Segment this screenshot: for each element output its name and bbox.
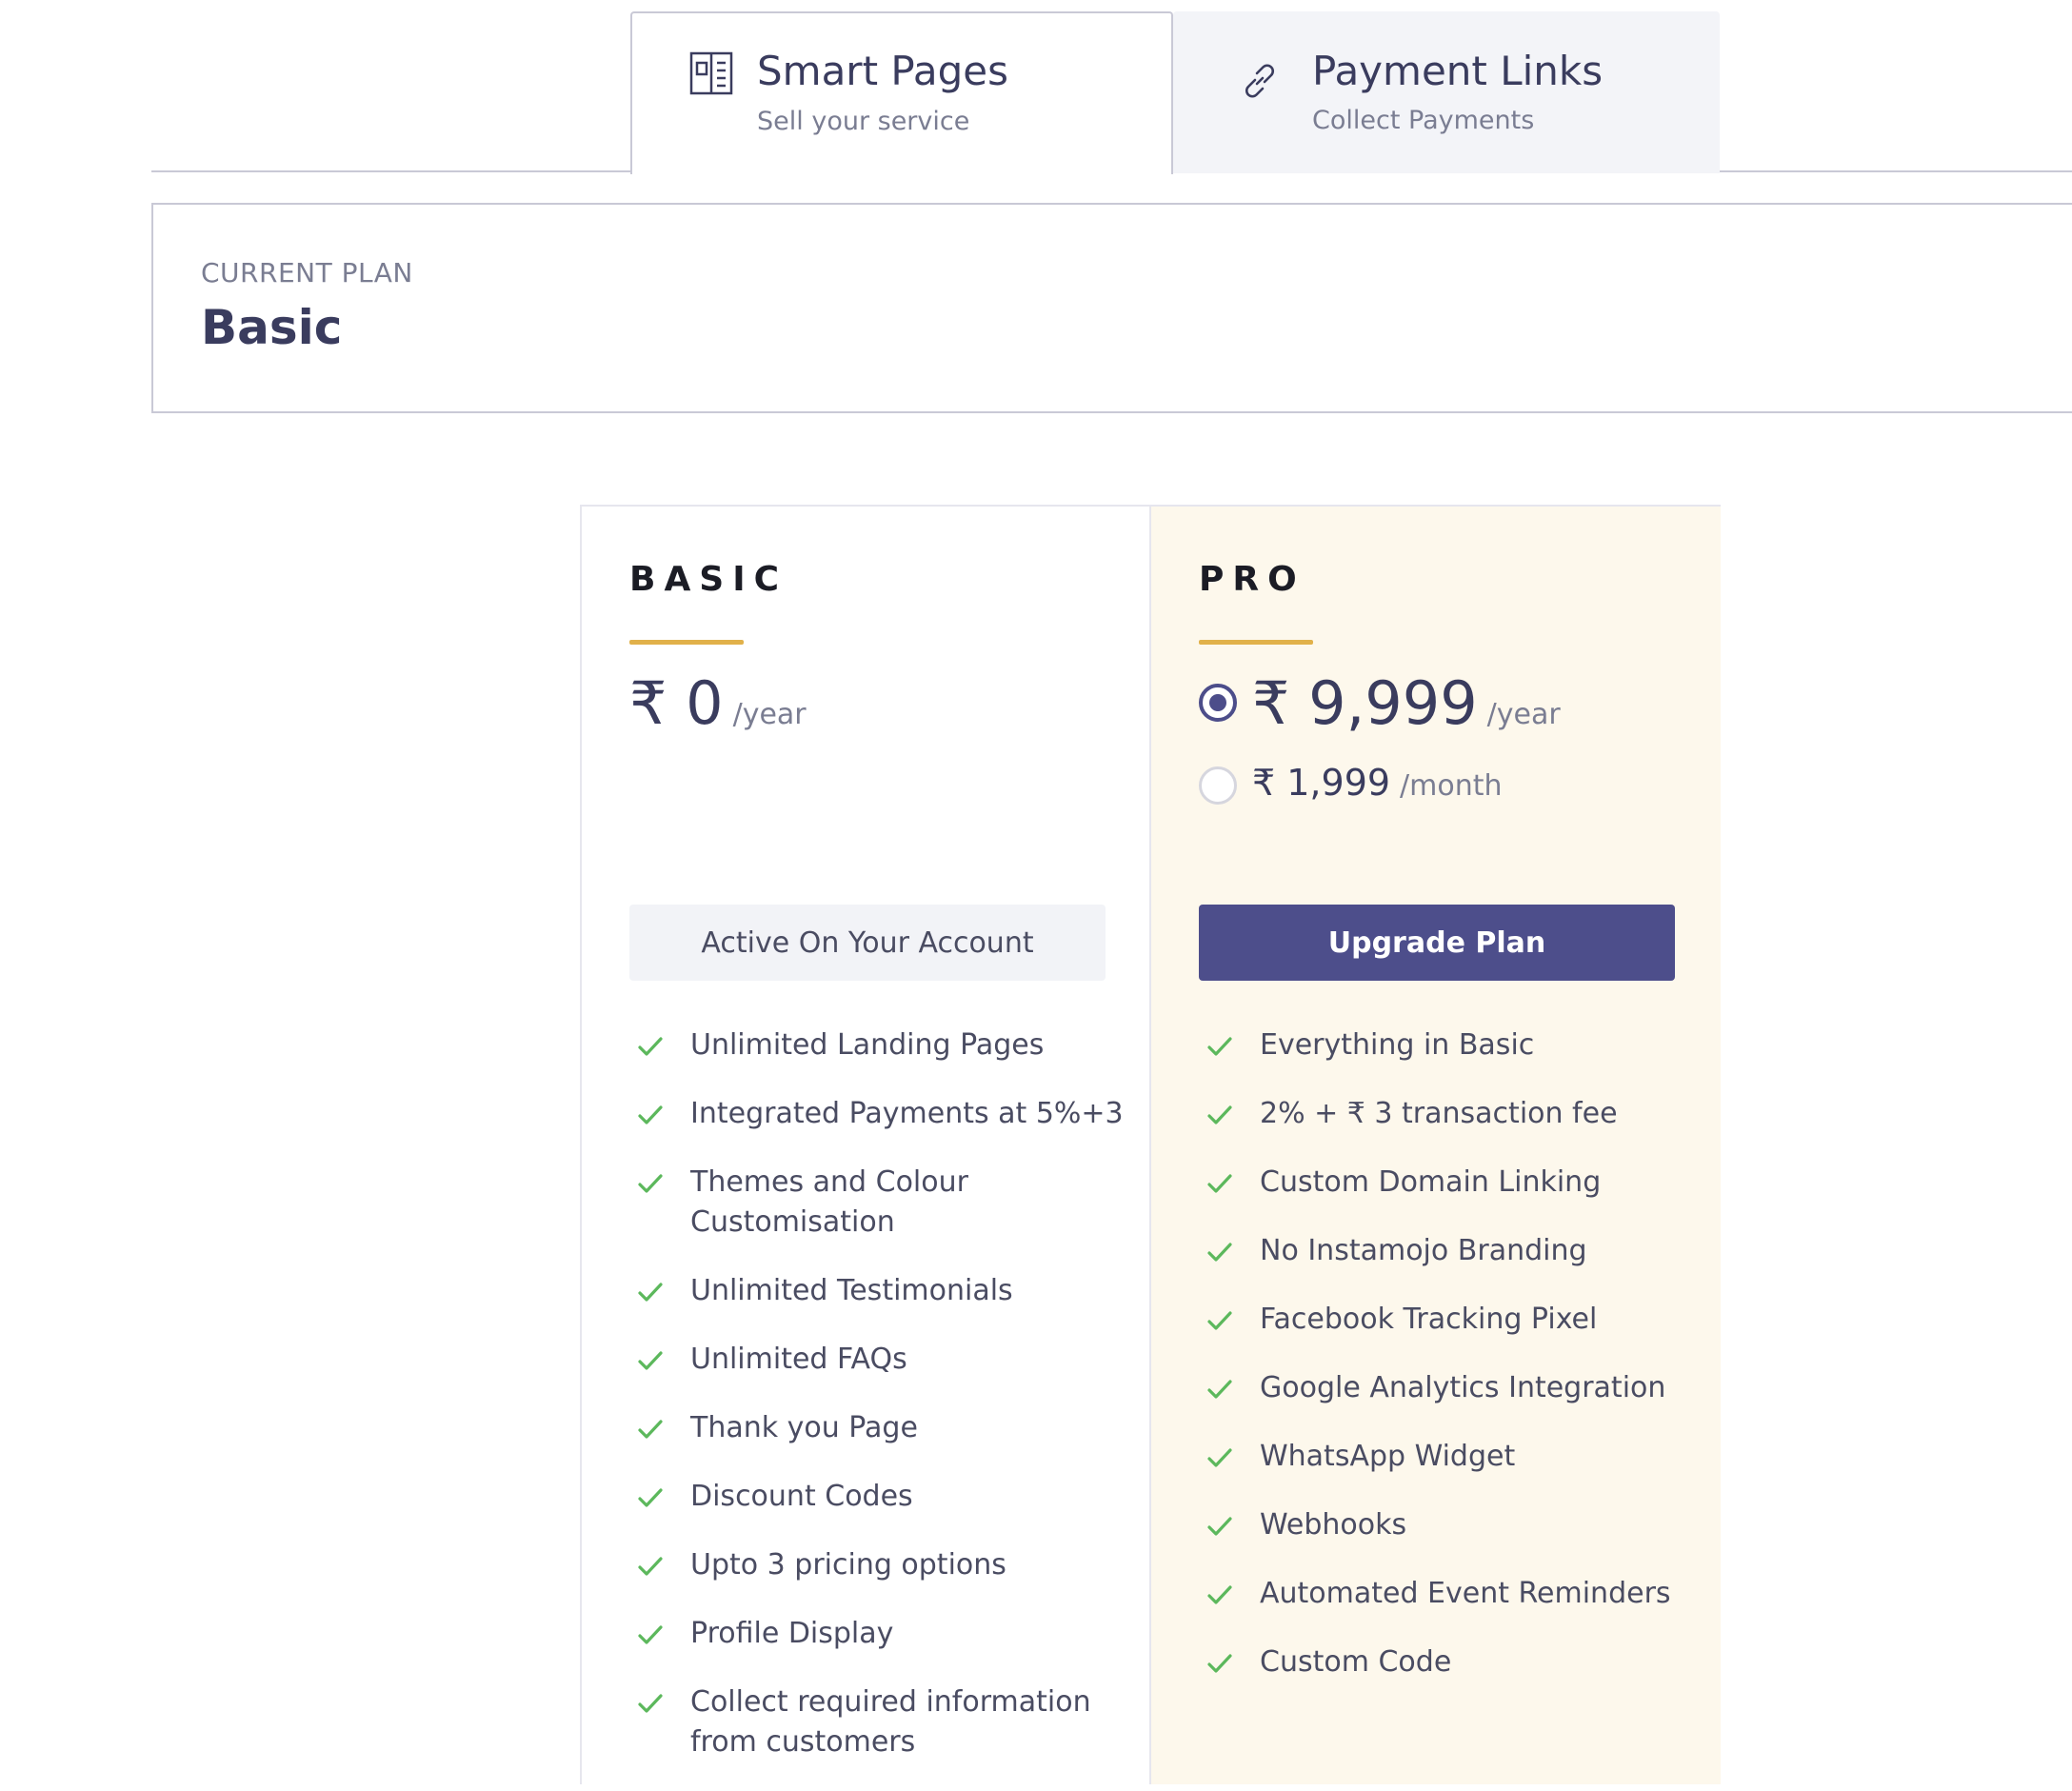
feature-label: Google Analytics Integration — [1260, 1371, 1666, 1404]
feature-label: Webhooks — [1260, 1508, 1407, 1542]
check-icon — [1207, 1448, 1232, 1467]
plan-underline — [629, 640, 744, 645]
price-period: /month — [1400, 769, 1503, 803]
price-period: /year — [732, 698, 807, 731]
check-icon — [638, 1037, 663, 1056]
basic-price: ₹ 0 /year — [629, 668, 807, 738]
feature-label: Unlimited Landing Pages — [690, 1028, 1045, 1062]
check-icon — [638, 1694, 663, 1713]
plan-name: BASIC — [629, 560, 788, 599]
check-icon — [1207, 1174, 1232, 1193]
plan-underline — [1199, 640, 1313, 645]
feature-item: Facebook Tracking Pixel — [1199, 1300, 1694, 1340]
feature-label: Collect required information from custom… — [690, 1685, 1091, 1759]
check-icon — [638, 1420, 663, 1439]
feature-item: Custom Code — [1199, 1642, 1694, 1682]
feature-label: Discount Codes — [690, 1480, 913, 1513]
check-icon — [1207, 1243, 1232, 1262]
price-amount: ₹ 1,999 — [1252, 762, 1391, 804]
feature-item: Automated Event Reminders — [1199, 1574, 1694, 1614]
current-plan-value: Basic — [201, 300, 343, 355]
feature-label: Everything in Basic — [1260, 1028, 1535, 1062]
feature-item: Unlimited Landing Pages — [629, 1025, 1125, 1065]
feature-label: Themes and Colour Customisation — [690, 1165, 968, 1239]
tab-title: Smart Pages — [757, 48, 1008, 94]
feature-item: 2% + ₹ 3 transaction fee — [1199, 1094, 1694, 1134]
feature-item: No Instamojo Branding — [1199, 1231, 1694, 1271]
feature-label: Custom Domain Linking — [1260, 1165, 1602, 1199]
pro-monthly-price: ₹ 1,999 /month — [1252, 762, 1503, 804]
feature-item: WhatsApp Widget — [1199, 1437, 1694, 1477]
feature-label: WhatsApp Widget — [1260, 1440, 1516, 1473]
feature-item: Collect required information from custom… — [629, 1682, 1125, 1762]
link-icon — [1245, 64, 1274, 98]
active-plan-button[interactable]: Active On Your Account — [629, 905, 1106, 981]
tab-payment-links[interactable]: Payment Links Collect Payments — [1173, 11, 1720, 173]
feature-list: Everything in Basic 2% + ₹ 3 transaction … — [1199, 1025, 1694, 1711]
check-icon — [1207, 1105, 1232, 1124]
plan-name: PRO — [1199, 560, 1305, 599]
feature-label: Custom Code — [1260, 1645, 1452, 1679]
upgrade-plan-button[interactable]: Upgrade Plan — [1199, 905, 1675, 981]
check-icon — [1207, 1311, 1232, 1330]
feature-item: Unlimited Testimonials — [629, 1271, 1125, 1311]
price-amount: ₹ 9,999 — [1252, 668, 1478, 738]
price-period: /year — [1486, 698, 1561, 731]
price-amount: ₹ 0 — [629, 668, 724, 738]
feature-item: Unlimited FAQs — [629, 1340, 1125, 1380]
check-icon — [1207, 1380, 1232, 1399]
feature-item: Everything in Basic — [1199, 1025, 1694, 1065]
plans-comparison: BASIC ₹ 0 /year Active On Your Account U… — [580, 505, 1721, 1784]
check-icon — [638, 1557, 663, 1576]
check-icon — [638, 1351, 663, 1370]
feature-label: Profile Display — [690, 1617, 894, 1650]
feature-label: Automated Event Reminders — [1260, 1577, 1671, 1610]
feature-label: Unlimited FAQs — [690, 1343, 907, 1376]
check-icon — [638, 1174, 663, 1193]
tab-smart-pages[interactable]: Smart Pages Sell your service — [630, 11, 1173, 174]
check-icon — [638, 1625, 663, 1644]
check-icon — [1207, 1585, 1232, 1604]
feature-item: Thank you Page — [629, 1408, 1125, 1448]
feature-item: Webhooks — [1199, 1505, 1694, 1545]
feature-item: Integrated Payments at 5%+3 — [629, 1094, 1125, 1134]
check-icon — [638, 1488, 663, 1507]
feature-item: Profile Display — [629, 1614, 1125, 1654]
plan-pro: PRO ₹ 9,999 /year ₹ 1,999 /month Upgrade… — [1151, 507, 1721, 1784]
feature-item: Custom Domain Linking — [1199, 1163, 1694, 1203]
current-plan-card: CURRENT PLAN Basic — [151, 203, 2072, 413]
feature-item: Themes and Colour Customisation — [629, 1163, 1125, 1243]
feature-label: No Instamojo Branding — [1260, 1234, 1587, 1267]
feature-label: Upto 3 pricing options — [690, 1548, 1006, 1582]
check-icon — [1207, 1654, 1232, 1673]
check-icon — [638, 1283, 663, 1302]
feature-item: Google Analytics Integration — [1199, 1368, 1694, 1408]
check-icon — [1207, 1517, 1232, 1536]
plan-basic: BASIC ₹ 0 /year Active On Your Account U… — [582, 507, 1151, 1784]
yearly-radio[interactable] — [1199, 684, 1237, 722]
check-icon — [638, 1105, 663, 1124]
feature-label: Facebook Tracking Pixel — [1260, 1303, 1598, 1336]
pro-yearly-price: ₹ 9,999 /year — [1252, 668, 1561, 738]
tab-title: Payment Links — [1312, 48, 1604, 94]
feature-label: Integrated Payments at 5%+3 — [690, 1097, 1124, 1130]
feature-list: Unlimited Landing Pages Integrated Paymen… — [629, 1025, 1125, 1791]
tab-subtitle: Sell your service — [757, 107, 970, 136]
monthly-radio[interactable] — [1199, 766, 1237, 805]
layout-icon — [689, 51, 733, 95]
feature-label: Thank you Page — [690, 1411, 918, 1444]
feature-label: Unlimited Testimonials — [690, 1274, 1013, 1307]
current-plan-label: CURRENT PLAN — [201, 257, 413, 289]
tab-subtitle: Collect Payments — [1312, 106, 1535, 135]
feature-label: 2% + ₹ 3 transaction fee — [1260, 1097, 1618, 1130]
feature-item: Discount Codes — [629, 1477, 1125, 1517]
check-icon — [1207, 1037, 1232, 1056]
feature-item: Upto 3 pricing options — [629, 1545, 1125, 1585]
